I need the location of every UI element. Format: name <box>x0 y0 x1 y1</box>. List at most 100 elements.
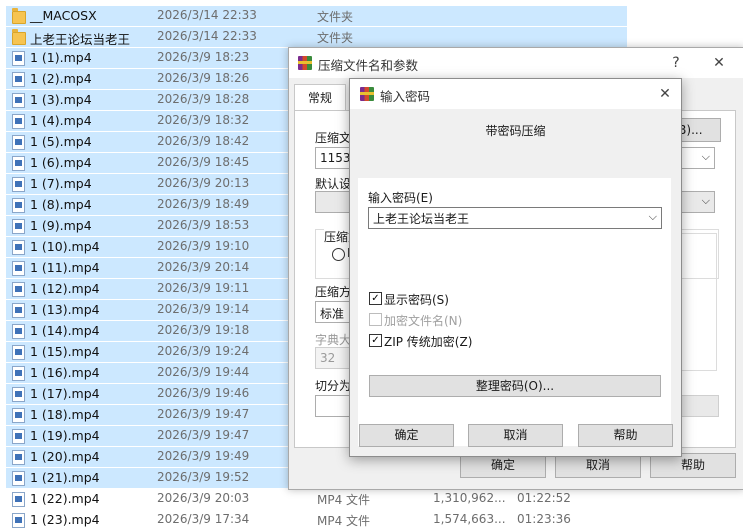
file-name: 1 (12).mp4 <box>30 281 100 296</box>
organize-passwords-button[interactable]: 整理密码(O)... <box>369 375 661 397</box>
video-file-icon <box>12 198 25 213</box>
video-file-icon <box>12 135 25 150</box>
file-row[interactable]: __MACOSX 2026/3/14 22:33 文件夹 <box>6 6 627 26</box>
file-date: 2026/3/9 18:49 <box>157 197 250 211</box>
file-date: 2026/3/9 19:10 <box>157 239 250 253</box>
encrypt-filenames-label: 加密文件名(N) <box>384 314 463 328</box>
file-size: 1,310,962... <box>433 491 506 505</box>
encrypt-filenames-checkbox[interactable] <box>369 313 382 326</box>
file-name: 1 (18).mp4 <box>30 407 100 422</box>
file-date: 2026/3/9 19:47 <box>157 428 250 442</box>
video-file-icon <box>12 450 25 465</box>
file-name: 1 (5).mp4 <box>30 134 92 149</box>
default-profile-label: 默认设 <box>315 177 352 191</box>
file-date: 2026/3/9 18:42 <box>157 134 250 148</box>
video-file-icon <box>12 408 25 423</box>
file-date: 2026/3/14 22:33 <box>157 8 257 22</box>
password-value: 上老王论坛当老王 <box>373 212 470 226</box>
file-name: 1 (13).mp4 <box>30 302 100 317</box>
password-label: 输入密码(E) <box>368 191 433 205</box>
password-input[interactable]: 上老王论坛当老王 ⌵ <box>368 207 662 229</box>
video-file-icon <box>12 492 25 507</box>
file-type: 文件夹 <box>317 31 354 45</box>
file-name: 1 (16).mp4 <box>30 365 100 380</box>
winrar-app-icon <box>360 87 374 101</box>
close-icon[interactable]: ✕ <box>706 53 732 73</box>
video-file-icon <box>12 471 25 486</box>
file-name: 1 (21).mp4 <box>30 470 100 485</box>
compression-method-label: 压缩方 <box>315 285 352 299</box>
file-name: 1 (10).mp4 <box>30 239 100 254</box>
chevron-down-icon[interactable]: ⌵ <box>702 150 710 164</box>
video-file-icon <box>12 219 25 234</box>
file-name: 1 (22).mp4 <box>30 491 100 506</box>
video-file-icon <box>12 513 25 528</box>
archive-dialog-title: 压缩文件名和参数 <box>318 58 419 73</box>
file-row[interactable]: 1 (22).mp4 2026/3/9 20:03 MP4 文件 1,310,962.… <box>6 489 627 509</box>
video-file-icon <box>12 303 25 318</box>
video-file-icon <box>12 240 25 255</box>
zip-legacy-encryption-checkbox[interactable]: ✓ <box>369 334 382 347</box>
video-file-icon <box>12 345 25 360</box>
file-name: 1 (19).mp4 <box>30 428 100 443</box>
file-name: 1 (8).mp4 <box>30 197 92 212</box>
video-file-icon <box>12 51 25 66</box>
file-date: 2026/3/9 19:18 <box>157 323 250 337</box>
file-name: 1 (2).mp4 <box>30 71 92 86</box>
file-name: 1 (14).mp4 <box>30 323 100 338</box>
folder-icon <box>12 29 26 45</box>
file-date: 2026/3/14 22:33 <box>157 29 257 43</box>
file-date: 2026/3/9 20:13 <box>157 176 250 190</box>
file-name: 1 (15).mp4 <box>30 344 100 359</box>
file-name: 上老王论坛当老王 <box>30 32 131 47</box>
archive-dialog-titlebar: 压缩文件名和参数 ? ✕ <box>289 48 743 78</box>
dictionary-size-value: 32 <box>320 351 336 365</box>
show-password-label: 显示密码(S) <box>384 293 449 307</box>
password-cancel-button[interactable]: 取消 <box>468 424 563 447</box>
video-file-icon <box>12 156 25 171</box>
file-name: 1 (17).mp4 <box>30 386 100 401</box>
chevron-down-icon[interactable]: ⌵ <box>702 194 710 208</box>
file-name: 1 (9).mp4 <box>30 218 92 233</box>
file-name: 1 (6).mp4 <box>30 155 92 170</box>
file-date: 2026/3/9 19:49 <box>157 449 250 463</box>
folder-icon <box>12 8 26 24</box>
password-dialog-titlebar: 输入密码 ✕ <box>350 79 681 109</box>
file-name: 1 (4).mp4 <box>30 113 92 128</box>
dictionary-size-label: 字典大 <box>315 333 352 347</box>
file-name: __MACOSX <box>30 8 97 23</box>
password-panel: 输入密码(E) 上老王论坛当老王 ⌵ ✓ 显示密码(S) 加密文件名(N) ✓ … <box>358 178 671 446</box>
file-size: 1,574,663... <box>433 512 506 526</box>
tab-general[interactable]: 常规 <box>294 84 346 111</box>
video-file-icon <box>12 324 25 339</box>
file-row[interactable]: 上老王论坛当老王 2026/3/14 22:33 文件夹 <box>6 27 627 47</box>
password-ok-button[interactable]: 确定 <box>359 424 454 447</box>
file-date: 2026/3/9 18:26 <box>157 71 250 85</box>
file-name: 1 (1).mp4 <box>30 50 92 65</box>
show-password-checkbox[interactable]: ✓ <box>369 292 382 305</box>
video-file-icon <box>12 261 25 276</box>
file-date: 2026/3/9 19:44 <box>157 365 250 379</box>
close-icon[interactable]: ✕ <box>652 84 678 104</box>
password-dialog-title: 输入密码 <box>380 89 431 104</box>
file-name: 1 (20).mp4 <box>30 449 100 464</box>
file-type: MP4 文件 <box>317 514 371 528</box>
video-file-icon <box>12 93 25 108</box>
chevron-down-icon[interactable]: ⌵ <box>649 210 657 224</box>
winrar-app-icon <box>298 56 312 70</box>
file-duration: 01:23:36 <box>517 512 571 526</box>
file-name: 1 (7).mp4 <box>30 176 92 191</box>
file-row[interactable]: 1 (23).mp4 2026/3/9 17:34 MP4 文件 1,574,663.… <box>6 510 627 530</box>
file-date: 2026/3/9 19:24 <box>157 344 250 358</box>
file-name: 1 (23).mp4 <box>30 512 100 527</box>
password-help-button[interactable]: 帮助 <box>578 424 673 447</box>
file-date: 2026/3/9 18:23 <box>157 50 250 64</box>
help-icon[interactable]: ? <box>663 53 689 73</box>
file-type: MP4 文件 <box>317 493 371 507</box>
video-file-icon <box>12 177 25 192</box>
file-name: 1 (11).mp4 <box>30 260 100 275</box>
file-date: 2026/3/9 19:52 <box>157 470 250 484</box>
rar-radio[interactable] <box>332 248 345 261</box>
file-duration: 01:22:52 <box>517 491 571 505</box>
split-volume-label: 切分为 <box>315 379 352 393</box>
